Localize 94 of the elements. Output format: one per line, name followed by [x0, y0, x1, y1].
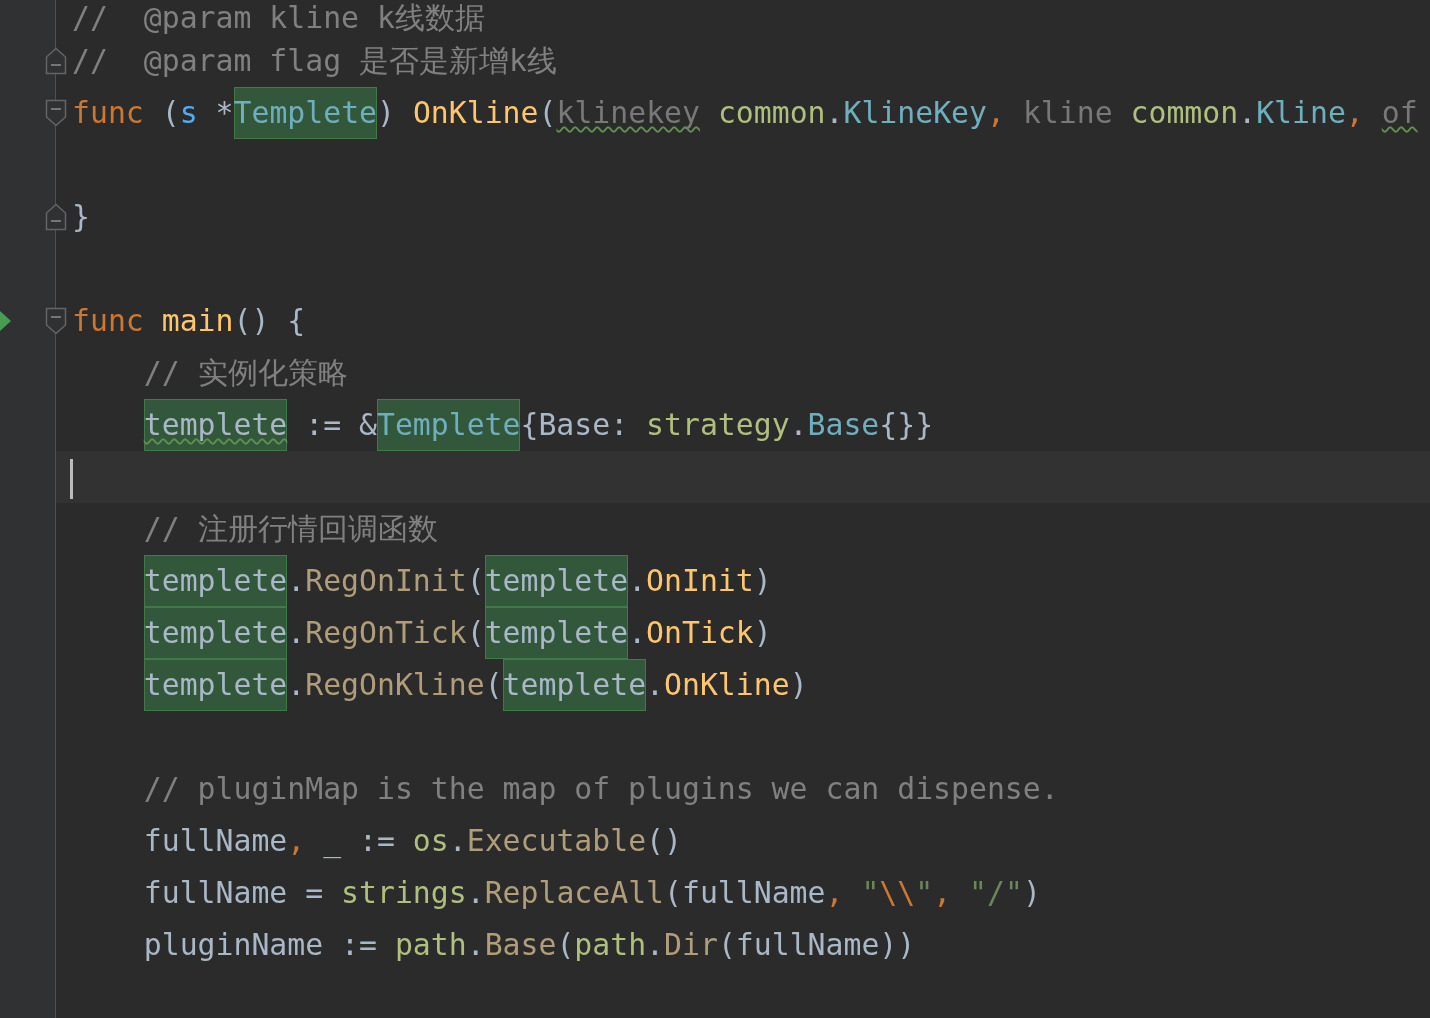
method-reference: OnKline [664, 667, 790, 702]
code-text: fullName = [143, 875, 325, 910]
code-text: ( [466, 615, 485, 650]
package-name: os [412, 823, 449, 858]
keyword: func [72, 303, 145, 338]
identifier-highlight: templete [502, 659, 647, 711]
code-text: pluginName := [143, 927, 378, 962]
text-caret [70, 458, 73, 499]
keyword: func [72, 95, 144, 130]
code-comment: // 注册行情回调函数 [143, 511, 438, 546]
identifier-highlight: templete [484, 607, 629, 659]
package-name: common [1129, 95, 1239, 130]
fold-end-icon[interactable] [45, 203, 67, 231]
code-text: (fullName [664, 875, 826, 910]
code-text: . [448, 823, 467, 858]
code-text: _ := [323, 823, 396, 858]
identifier-highlight: templete [143, 607, 288, 659]
comma: , [987, 95, 1006, 130]
parameter-name: klinekey [556, 95, 700, 130]
comma: , [1345, 95, 1365, 130]
method-call: RegOnTick [305, 615, 467, 650]
code-text: {}} [879, 407, 934, 442]
method-call: Dir [664, 927, 718, 962]
code-text: ( [466, 563, 485, 598]
run-icon[interactable] [0, 311, 11, 331]
code-text: * [214, 95, 234, 130]
function-name: OnKline [412, 95, 539, 130]
method-call: ReplaceAll [484, 875, 665, 910]
type-name: Kline [1256, 95, 1346, 130]
code-text: . [287, 615, 306, 650]
type-name: Base [807, 407, 880, 442]
comma: , [287, 823, 307, 858]
method-reference: OnInit [646, 563, 754, 598]
code-text: (fullName)) [717, 927, 916, 962]
code-text: . [287, 563, 306, 598]
string-literal: " [915, 875, 934, 910]
code-text: . [789, 407, 808, 442]
package-name: common [716, 95, 826, 130]
code-text: . [646, 667, 665, 702]
code-text: () { [233, 303, 306, 338]
comma: , [825, 875, 845, 910]
code-text: . [628, 563, 647, 598]
method-call: Base [484, 927, 557, 962]
identifier-highlight: templete [143, 399, 288, 451]
fold-start-icon[interactable] [45, 99, 67, 127]
comma: , [933, 875, 953, 910]
fold-start-icon[interactable] [45, 307, 67, 335]
code-text: . [1238, 95, 1257, 130]
method-reference: OnTick [646, 615, 754, 650]
code-text: ) [1022, 875, 1041, 910]
code-text: ) [377, 95, 396, 130]
method-call: RegOnKline [305, 667, 485, 702]
identifier-highlight: templete [143, 659, 288, 711]
escape-sequence: \\ [879, 875, 916, 910]
code-text: ( [556, 927, 575, 962]
identifier-highlight: templete [143, 555, 288, 607]
code-text: . [628, 615, 647, 650]
code-text: fullName [143, 823, 288, 858]
string-literal: "/" [969, 875, 1023, 910]
code-text: := & [304, 407, 377, 442]
receiver-name: s [179, 95, 198, 130]
parameter-name: of [1381, 95, 1418, 130]
package-name: strategy [646, 407, 790, 442]
code-text: ) [753, 615, 772, 650]
type-name: KlineKey [843, 95, 987, 130]
code-text: . [825, 95, 844, 130]
method-call: Executable [466, 823, 647, 858]
code-text: } [72, 199, 90, 234]
package-name: path [394, 927, 467, 962]
code-text: ( [160, 95, 180, 130]
code-comment: // 实例化策略 [143, 355, 348, 390]
code-text: ( [538, 95, 557, 130]
code-comment: // @param kline k线数据 [72, 0, 485, 35]
code-comment: // @param flag 是否是新增k线 [72, 43, 557, 78]
package-name: path [574, 927, 647, 962]
code-text: ) [753, 563, 772, 598]
method-call: RegOnInit [305, 563, 467, 598]
code-text: {Base: [520, 407, 630, 442]
code-text: ) [789, 667, 808, 702]
package-name: strings [341, 875, 467, 910]
code-comment: // pluginMap is the map of plugins we can dispense. [143, 771, 1059, 806]
identifier-highlight: Templete [233, 87, 377, 139]
code-text: . [646, 927, 665, 962]
code-text: . [287, 667, 306, 702]
code-text: ( [484, 667, 503, 702]
fold-end-icon[interactable] [45, 47, 67, 75]
code-text: . [466, 927, 485, 962]
code-text: . [466, 875, 485, 910]
identifier-highlight: templete [484, 555, 629, 607]
function-name: main [161, 303, 234, 338]
parameter-name: kline [1022, 95, 1113, 130]
code-text: () [646, 823, 682, 858]
identifier-highlight: Templete [376, 399, 521, 451]
string-literal: " [861, 875, 880, 910]
